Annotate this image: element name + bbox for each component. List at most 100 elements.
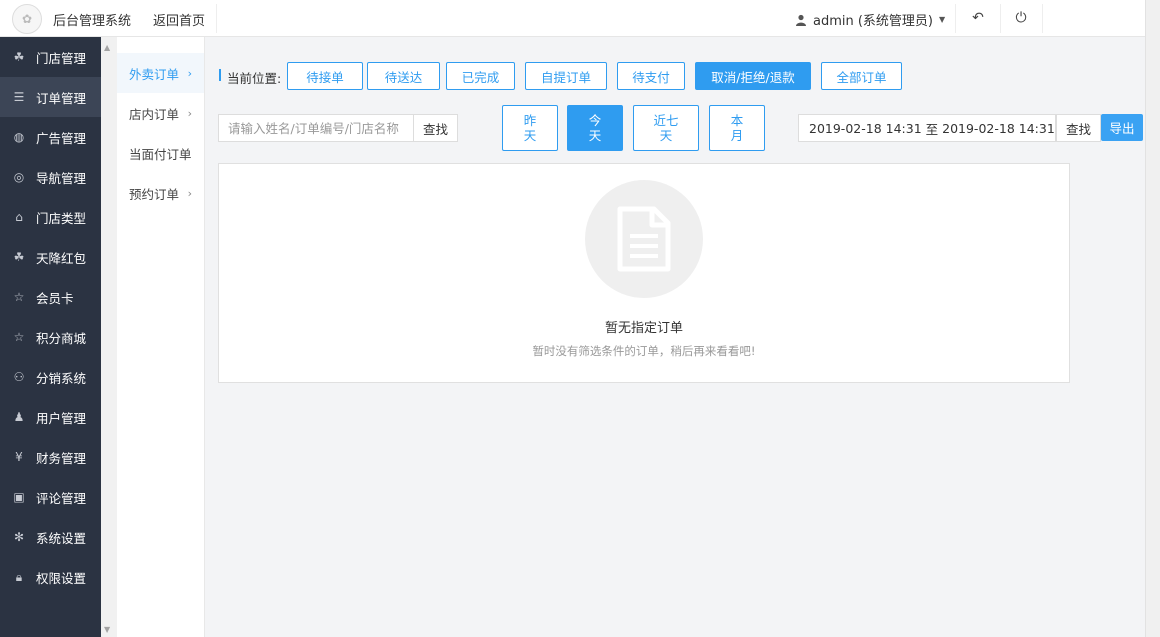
date-range-separator: 至 [925, 121, 939, 137]
money-icon: ▣ [13, 490, 25, 504]
cubes-icon: ☘ [13, 50, 25, 64]
sidebar-item-label: 广告管理 [36, 130, 87, 146]
sidebar-item[interactable]: ◍ 广告管理 [0, 117, 101, 157]
divider [216, 4, 217, 33]
caret-down-icon: ▼ [939, 15, 946, 24]
empty-circle [585, 180, 703, 298]
home-link[interactable]: 返回首页 [153, 10, 205, 29]
user-icon [796, 14, 806, 26]
submenu-item-label: 外卖订单 [129, 66, 180, 82]
sidebar-item[interactable]: ☆ 积分商城 [0, 317, 101, 357]
sidebar-item-label: 门店管理 [36, 50, 87, 66]
user-menu[interactable]: admin (系统管理员) ▼ [795, 10, 945, 29]
export-button[interactable]: 导出 [1101, 114, 1143, 141]
tab-pending-accept[interactable]: 待接单 [287, 62, 363, 90]
chevron-right-icon: › [187, 186, 192, 200]
sidebar-item[interactable]: 🔒︎ 权限设置 [0, 557, 101, 597]
submenu-item-label: 当面付订单 [129, 146, 192, 162]
scroll-up-icon[interactable]: ▲ [104, 43, 110, 52]
sidebar-item-label: 积分商城 [36, 330, 87, 346]
logo: ✿ [12, 4, 42, 34]
sidebar-item[interactable]: ◎ 导航管理 [0, 157, 101, 197]
sidebar-scrollbar[interactable]: ▲ ▼ [101, 37, 117, 637]
sidebar-item[interactable]: ¥ 财务管理 [0, 437, 101, 477]
date-this-month-button[interactable]: 本月 [709, 105, 765, 151]
sidebar-item[interactable]: ☰ 订单管理 [0, 77, 101, 117]
submenu: 外卖订单 › 店内订单 › 当面付订单预约订单 › [117, 37, 205, 637]
location-marker [219, 69, 221, 81]
sidebar-item-label: 分销系统 [36, 370, 87, 386]
user-label: admin (系统管理员) [813, 14, 934, 29]
tab-completed[interactable]: 已完成 [446, 62, 515, 90]
sidebar-item[interactable]: ▣ 评论管理 [0, 477, 101, 517]
tab-pending-delivery[interactable]: 待送达 [367, 62, 440, 90]
submenu-item[interactable]: 外卖订单 › [117, 53, 204, 93]
date-last-seven-days-button[interactable]: 近七天 [633, 105, 699, 151]
tab-cancelled-refund[interactable]: 取消/拒绝/退款 [695, 62, 811, 90]
submenu-item[interactable]: 店内订单 › [117, 93, 204, 133]
sidebar-item-label: 门店类型 [36, 210, 87, 226]
back-icon[interactable]: ↶ [969, 9, 987, 27]
sidebar-item-label: 财务管理 [36, 450, 87, 466]
empty-title: 暂无指定订单 [604, 321, 683, 336]
empty-subtitle: 暂时没有筛选条件的订单，稍后再来看看吧! [532, 344, 756, 358]
lock-icon: 🔒︎ [15, 569, 23, 584]
sidebar-item[interactable]: ♟ 用户管理 [0, 397, 101, 437]
bank-icon: ⌂ [15, 210, 23, 224]
submenu-item[interactable]: 当面付订单 [117, 133, 204, 173]
location-label: 当前位置: [227, 71, 282, 86]
sidebar-item-label: 导航管理 [36, 170, 87, 186]
divider [955, 4, 956, 33]
sidebar-item-label: 评论管理 [36, 490, 87, 506]
sidebar-item[interactable]: ☘ 天降红包 [0, 237, 101, 277]
sidebar-item[interactable]: ⌂ 门店类型 [0, 197, 101, 237]
document-icon [617, 206, 671, 272]
compass-icon: ◎ [13, 170, 25, 184]
date-today-button[interactable]: 今天 [567, 105, 623, 151]
divider [1042, 4, 1043, 33]
date-yesterday-button[interactable]: 昨天 [502, 105, 558, 151]
submenu-item-label: 预约订单 [129, 186, 180, 202]
globe-icon: ◍ [13, 130, 25, 144]
app-title: 后台管理系统 [53, 14, 132, 29]
chevron-right-icon: › [187, 106, 192, 120]
chevron-right-icon: › [187, 66, 192, 80]
star-icon: ☆ [13, 330, 25, 344]
scroll-down-icon[interactable]: ▼ [104, 625, 110, 634]
gear-icon: ✻ [13, 530, 25, 544]
empty-state-panel: 暂无指定订单 暂时没有筛选条件的订单，稍后再来看看吧! [218, 163, 1070, 383]
sidebar-item[interactable]: ☘ 门店管理 [0, 37, 101, 77]
yen-icon: ¥ [15, 450, 23, 464]
search-button[interactable]: 查找 [413, 114, 458, 142]
sidebar: ☘ 门店管理 ☰ 订单管理 ◍ 广告管理 ◎ 导航管理 ⌂ 门店类型 ☘ 天降红包 ☆ 会员卡 ☆ 积分商城 ⚇… [0, 37, 101, 637]
top-bar: ✿ 后台管理系统 返回首页 admin (系统管理员) ▼ ↶ ⏻ [0, 0, 1145, 37]
date-range-input[interactable]: 2019-02-18 14:31 至 2019-02-18 14:31 [798, 114, 1056, 142]
star-icon: ☆ [13, 290, 25, 304]
date-range-find-button[interactable]: 查找 [1056, 114, 1101, 142]
submenu-item[interactable]: 预约订单 › [117, 173, 204, 213]
submenu-item-label: 店内订单 [129, 106, 180, 122]
date-range-end: 2019-02-18 14:31 [942, 120, 1055, 136]
divider [1000, 4, 1001, 33]
power-icon[interactable]: ⏻ [1012, 9, 1030, 27]
sidebar-item-label: 权限设置 [36, 570, 87, 586]
main-content: 当前位置: 待接单 待送达 已完成 自提订单 待支付 取消/拒绝/退款 全部订单… [205, 37, 1145, 637]
users-icon: ⚇ [13, 370, 25, 384]
sidebar-item-label: 用户管理 [36, 410, 87, 426]
sidebar-item[interactable]: ✻ 系统设置 [0, 517, 101, 557]
tab-all-orders[interactable]: 全部订单 [821, 62, 902, 90]
sidebar-item-label: 会员卡 [36, 290, 74, 306]
search-input[interactable] [218, 114, 414, 142]
tab-pending-payment[interactable]: 待支付 [617, 62, 685, 90]
sidebar-item-label: 系统设置 [36, 530, 87, 546]
sidebar-item[interactable]: ☆ 会员卡 [0, 277, 101, 317]
tab-self-pickup[interactable]: 自提订单 [525, 62, 607, 90]
sidebar-item-label: 订单管理 [36, 90, 87, 106]
sidebar-item-label: 天降红包 [36, 250, 87, 266]
sidebar-item[interactable]: ⚇ 分销系统 [0, 357, 101, 397]
list-icon: ☰ [13, 90, 25, 104]
date-range-start: 2019-02-18 14:31 [809, 120, 922, 136]
cubes-icon: ☘ [13, 250, 25, 264]
user-icon: ♟ [13, 410, 25, 424]
page-scrollbar[interactable] [1145, 0, 1160, 637]
